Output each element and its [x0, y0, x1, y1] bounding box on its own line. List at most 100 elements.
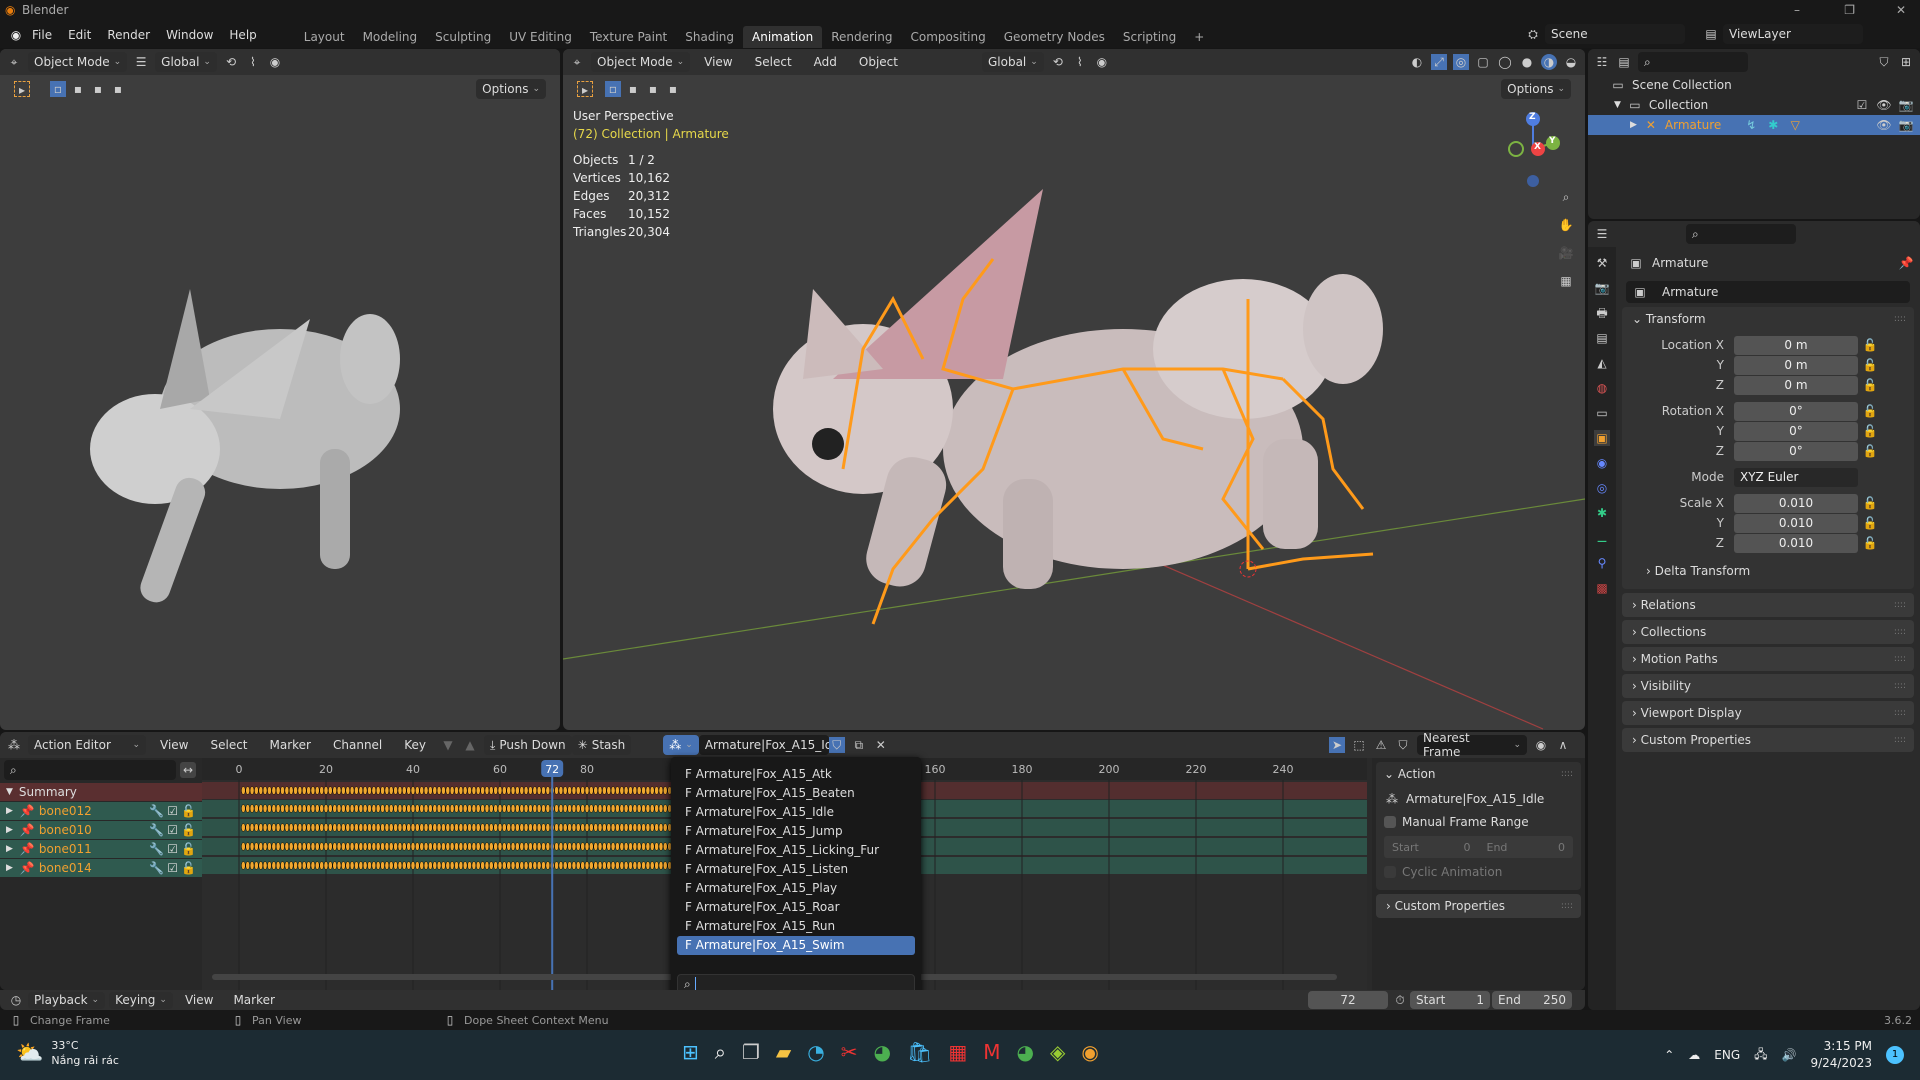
collections-panel[interactable]: › Collections::::	[1622, 620, 1914, 644]
scene-selector[interactable]: Scene	[1545, 24, 1685, 44]
app-icon[interactable]: ▦	[948, 1040, 967, 1064]
bone-tab-icon[interactable]: ⚊	[1594, 530, 1610, 546]
mute-checkbox-icon[interactable]: ☑	[167, 823, 178, 837]
only-selected-icon[interactable]: ➤	[1329, 737, 1345, 753]
object-name-field[interactable]: ▣ Armature	[1626, 281, 1910, 303]
visibility-panel[interactable]: › Visibility::::	[1622, 674, 1914, 698]
custom-properties-panel[interactable]: › Custom Properties::::	[1622, 728, 1914, 752]
expand-icon[interactable]: ▶	[6, 844, 13, 854]
location-y-field[interactable]: 0 m	[1734, 355, 1858, 375]
relations-panel[interactable]: › Relations::::	[1622, 593, 1914, 617]
menu-view[interactable]: View	[152, 738, 196, 752]
tab-sculpting[interactable]: Sculpting	[426, 26, 500, 48]
pivot-icon[interactable]: ⟲	[223, 54, 239, 70]
mode-dropdown[interactable]: Object Mode ⌄	[28, 52, 128, 72]
tab-uv-editing[interactable]: UV Editing	[500, 26, 581, 48]
properties-search[interactable]: ⌕	[1686, 224, 1796, 244]
action-list-item[interactable]: F Armature|Fox_A15_Licking_Fur	[677, 841, 915, 860]
menu-edit[interactable]: Edit	[60, 28, 99, 42]
onedrive-icon[interactable]: ☁	[1688, 1048, 1700, 1062]
task-view-icon[interactable]: ❐	[742, 1040, 760, 1064]
menu-marker[interactable]: Marker	[262, 738, 319, 752]
timeline-editor-icon[interactable]: ◷	[8, 992, 24, 1008]
bone-constraint-tab-icon[interactable]: ⚲	[1594, 555, 1610, 571]
tab-texture-paint[interactable]: Texture Paint	[581, 26, 676, 48]
network-icon[interactable]: 🖧	[1754, 1045, 1767, 1066]
expand-icon[interactable]: ▶	[6, 806, 13, 816]
wrench-icon[interactable]: 🔧	[149, 804, 164, 818]
wrench-icon[interactable]: 🔧	[149, 861, 164, 875]
rotation-mode-dropdown[interactable]: XYZ Euler	[1734, 467, 1858, 487]
proportional-edit-icon[interactable]: ◉	[1533, 737, 1549, 753]
channel-filter-toggle-icon[interactable]: ↔	[180, 762, 196, 778]
menu-file[interactable]: File	[24, 28, 60, 42]
select-mode-extend-icon[interactable]: ▪	[70, 81, 86, 97]
browse-action-button[interactable]: ⁂ ⌄	[663, 735, 699, 755]
collection-tab-icon[interactable]: ▭	[1594, 405, 1610, 421]
only-errors-icon[interactable]: ⚠	[1373, 737, 1389, 753]
volume-icon[interactable]: 🔊	[1782, 1048, 1797, 1062]
bone-channel[interactable]: ▶ 📌 bone010 🔧 ☑ 🔓	[0, 821, 202, 839]
outliner-search[interactable]: ⌕	[1638, 52, 1748, 72]
lock-icon[interactable]: 🔓	[1862, 443, 1878, 459]
show-hidden-icon[interactable]: ⬚	[1351, 737, 1367, 753]
search-icon[interactable]: ⌕	[715, 1040, 726, 1064]
menu-key[interactable]: Key	[396, 738, 434, 752]
file-explorer-icon[interactable]: ▰	[776, 1040, 791, 1064]
new-collection-icon[interactable]: ⊞	[1898, 54, 1914, 70]
tab-animation[interactable]: Animation	[743, 26, 823, 48]
outliner-armature[interactable]: ▶ ✕ Armature ↯ ✱ ▽ 👁 📷	[1588, 115, 1920, 135]
chrome-icon[interactable]: ◕	[874, 1040, 891, 1064]
action-name-field[interactable]: Armature|Fox_A15_Idle	[698, 735, 843, 755]
object-tab-icon[interactable]: ▣	[1594, 430, 1610, 446]
editor-type-icon[interactable]: ☰	[1594, 226, 1610, 242]
physics-tab-icon[interactable]: ◎	[1594, 480, 1610, 496]
action-list-item[interactable]: F Armature|Fox_A15_Roar	[677, 898, 915, 917]
expand-icon[interactable]: ▼	[1614, 100, 1621, 110]
current-frame-field[interactable]: 72	[1308, 991, 1388, 1009]
select-mode-subtract-icon[interactable]: ▪	[90, 81, 106, 97]
fake-user-shield-icon[interactable]: ⛉	[828, 737, 845, 753]
action-list-item[interactable]: F Armature|Fox_A15_Listen	[677, 860, 915, 879]
close-button[interactable]: ✕	[1896, 0, 1906, 21]
menu-help[interactable]: Help	[221, 28, 264, 42]
texture-tab-icon[interactable]: ▩	[1594, 580, 1610, 596]
eye-icon[interactable]: 👁	[1876, 97, 1892, 113]
start-frame-field[interactable]: Start 1	[1410, 991, 1490, 1009]
snap-mode-dropdown[interactable]: Nearest Frame ⌄	[1417, 732, 1527, 759]
output-tab-icon[interactable]: 🖶	[1594, 305, 1610, 321]
lock-icon[interactable]: 🔓	[181, 804, 196, 818]
menu-view[interactable]: View	[177, 993, 221, 1007]
viewport-display-panel[interactable]: › Viewport Display::::	[1622, 701, 1914, 725]
filter-icon[interactable]: ⛉	[1395, 737, 1411, 753]
editor-mode-dropdown[interactable]: Action Editor ⌄	[28, 735, 146, 755]
tab-layout[interactable]: Layout	[295, 26, 354, 48]
snipping-tool-icon[interactable]: ✂	[841, 1040, 858, 1064]
mute-checkbox-icon[interactable]: ☑	[167, 804, 178, 818]
rotation-z-field[interactable]: 0°	[1734, 441, 1858, 461]
action-list-item[interactable]: F Armature|Fox_A15_Swim	[677, 936, 915, 955]
action-list-item[interactable]: F Armature|Fox_A15_Play	[677, 879, 915, 898]
blender-menu-icon[interactable]: ◉	[8, 27, 24, 43]
world-tab-icon[interactable]: ◍	[1594, 380, 1610, 396]
cyclic-animation-checkbox[interactable]	[1384, 866, 1396, 878]
outliner-collection[interactable]: ▼ ▭ Collection ☑ 👁 📷	[1588, 95, 1920, 115]
menu-channel[interactable]: Channel	[325, 738, 390, 752]
tool-tab-icon[interactable]: ⚒	[1594, 255, 1610, 271]
bone-channel[interactable]: ▶ 📌 bone011 🔧 ☑ 🔓	[0, 840, 202, 858]
filter-icon[interactable]: ⛉	[1876, 54, 1892, 70]
keying-menu[interactable]: Keying ⌄	[109, 991, 173, 1009]
options-dropdown[interactable]: Options ⌄	[476, 79, 546, 99]
channel-search[interactable]: ⌕	[4, 760, 176, 780]
app-green-icon[interactable]: ◈	[1050, 1040, 1065, 1064]
bone-channel[interactable]: ▶ 📌 bone014 🔧 ☑ 🔓	[0, 859, 202, 877]
action-list-item[interactable]: F Armature|Fox_A15_Jump	[677, 822, 915, 841]
pin-icon[interactable]: 📌	[1898, 255, 1914, 271]
language-indicator[interactable]: ENG	[1714, 1048, 1740, 1062]
tab-rendering[interactable]: Rendering	[822, 26, 901, 48]
lock-icon[interactable]: 🔓	[1862, 403, 1878, 419]
range-start-field[interactable]: Start 0	[1384, 841, 1479, 854]
lock-icon[interactable]: 🔓	[1862, 535, 1878, 551]
lock-icon[interactable]: 🔓	[1862, 357, 1878, 373]
editor-type-icon[interactable]: ⁂	[6, 737, 22, 753]
